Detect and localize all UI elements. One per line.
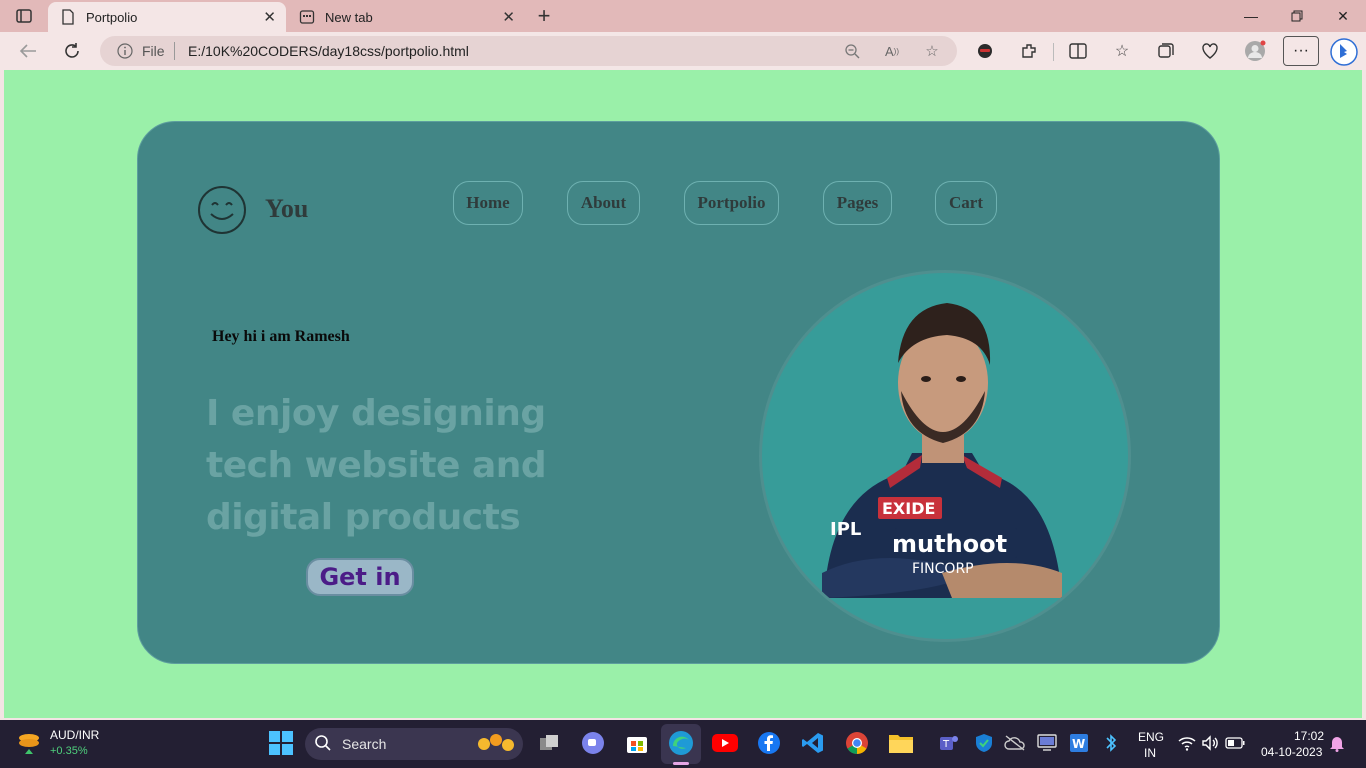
profile-photo: EXIDE muthoot FINCORP IPL (759, 270, 1131, 642)
profile-avatar-icon[interactable] (1243, 39, 1267, 63)
task-view-icon[interactable] (536, 730, 562, 756)
close-window-icon[interactable]: ✕ (1320, 4, 1366, 28)
volume-icon[interactable] (1199, 730, 1221, 756)
clock-time[interactable]: 17:02 (1294, 729, 1324, 743)
close-tab-icon[interactable]: ✕ (502, 8, 515, 26)
stock-widget-icon[interactable] (16, 730, 42, 756)
url-text[interactable]: E:/10K%20CODERS/day18css/portpolio.html (188, 43, 469, 59)
display-icon[interactable] (1036, 730, 1058, 756)
minimize-icon[interactable]: — (1228, 4, 1274, 28)
youtube-icon[interactable] (712, 730, 738, 756)
ticker-label[interactable]: AUD/INR (50, 728, 99, 742)
browser-essentials-icon[interactable] (1198, 39, 1222, 63)
wifi-icon[interactable] (1176, 730, 1198, 756)
tab-new-tab[interactable]: New tab ✕ (287, 2, 525, 32)
svg-text:W: W (1072, 737, 1085, 751)
new-tab-button[interactable]: + (533, 3, 555, 28)
tab-title: New tab (325, 9, 373, 25)
battery-icon[interactable] (1224, 730, 1246, 756)
collections-icon[interactable] (1154, 39, 1178, 63)
facebook-icon[interactable] (756, 730, 782, 756)
nav-portpolio[interactable]: Portpolio (684, 181, 779, 225)
new-tab-page-icon (299, 9, 315, 25)
search-placeholder: Search (342, 736, 387, 752)
info-icon[interactable] (117, 43, 133, 59)
windows-start-icon[interactable] (268, 730, 294, 756)
edge-running-indicator (673, 762, 689, 765)
tab-portpolio[interactable]: Portpolio ✕ (48, 2, 286, 32)
page-viewport: You Home About Portpolio Pages Cart Hey … (4, 70, 1362, 718)
nav-cart[interactable]: Cart (935, 181, 997, 225)
settings-more-icon[interactable]: ··· (1283, 36, 1319, 66)
search-icon (312, 732, 334, 754)
read-aloud-icon[interactable]: A)) (882, 41, 902, 61)
page-icon (60, 9, 76, 25)
defender-shield-icon[interactable] (973, 730, 995, 756)
notification-bell-icon[interactable] (1326, 730, 1348, 756)
zoom-out-icon[interactable] (842, 41, 862, 61)
nav-pages[interactable]: Pages (823, 181, 892, 225)
app-w-icon[interactable]: W (1068, 730, 1090, 756)
chrome-icon[interactable] (844, 730, 870, 756)
restore-icon[interactable] (1274, 4, 1320, 28)
logo-text[interactable]: You (265, 194, 308, 224)
jersey-sponsor-muthoot: muthoot (892, 530, 1007, 558)
site-scheme-label: File (142, 43, 165, 59)
profile-guest-icon[interactable] (973, 39, 997, 63)
taskbar: AUD/INR +0.35% Search T W ENG IN 17:02 0… (0, 720, 1366, 768)
favorite-star-icon[interactable]: ☆ (922, 41, 942, 61)
close-tab-icon[interactable]: ✕ (263, 8, 276, 26)
address-divider (174, 42, 175, 60)
teams-chat-icon[interactable] (580, 730, 606, 756)
profile-photo-illustration: EXIDE muthoot FINCORP IPL (822, 303, 1062, 598)
split-screen-icon[interactable] (1066, 39, 1090, 63)
ticker-change: +0.35% (50, 745, 88, 757)
bing-copilot-icon[interactable] (1329, 37, 1359, 67)
smiley-logo-icon[interactable] (197, 185, 247, 235)
favorites-icon[interactable]: ☆ (1110, 39, 1134, 63)
refresh-icon[interactable] (60, 39, 84, 63)
toolbar-divider (1053, 43, 1054, 61)
tab-actions-icon[interactable] (13, 6, 35, 26)
tab-bar: Portpolio ✕ New tab ✕ + — ✕ (0, 0, 1366, 32)
edge-browser-icon[interactable] (668, 730, 694, 756)
microsoft-store-icon[interactable] (624, 730, 650, 756)
clock-date: 04-10-2023 (1261, 745, 1323, 759)
nav-home[interactable]: Home (453, 181, 523, 225)
jersey-league-label: IPL (830, 519, 861, 540)
back-icon[interactable] (16, 39, 40, 63)
search-highlight-flowers-icon (474, 730, 518, 756)
bluetooth-icon[interactable] (1100, 730, 1122, 756)
jersey-sponsor-exide: EXIDE (882, 499, 935, 518)
language-region: IN (1144, 746, 1156, 760)
hero-headline: I enjoy designing tech website and digit… (206, 393, 547, 538)
file-explorer-icon[interactable] (888, 730, 914, 756)
teams-icon[interactable]: T (938, 730, 960, 756)
onedrive-off-icon[interactable] (1004, 730, 1026, 756)
greeting-text: Hey hi i am Ramesh (212, 328, 350, 345)
tab-title: Portpolio (86, 9, 138, 25)
nav-about[interactable]: About (567, 181, 640, 225)
extensions-icon[interactable] (1017, 39, 1041, 63)
hero-card: You Home About Portpolio Pages Cart Hey … (137, 121, 1220, 664)
jersey-sponsor-fincorp: FINCORP (912, 561, 974, 577)
language-code[interactable]: ENG (1138, 730, 1164, 744)
svg-text:T: T (942, 739, 950, 750)
get-in-button[interactable]: Get in (306, 558, 414, 596)
vscode-icon[interactable] (800, 730, 826, 756)
